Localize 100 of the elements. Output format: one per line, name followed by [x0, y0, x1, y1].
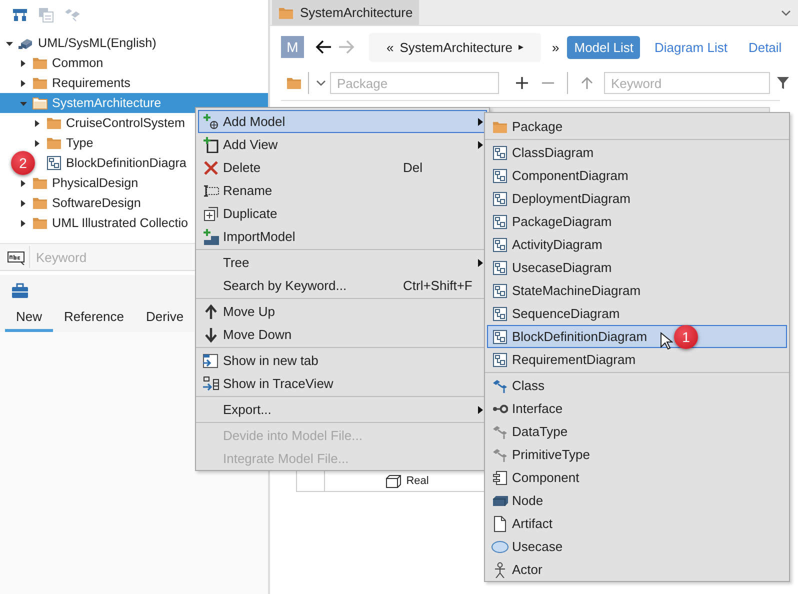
- folder-icon: [286, 75, 302, 91]
- menu-item[interactable]: StateMachineDiagram: [487, 279, 787, 302]
- mouse-cursor-icon: [660, 332, 673, 351]
- toolbox-icon: [11, 282, 29, 298]
- menu-item[interactable]: Artifact: [487, 512, 787, 535]
- menu-item[interactable]: Component: [487, 466, 787, 489]
- menu-item[interactable]: Tree: [198, 251, 487, 274]
- menu-item[interactable]: Usecase: [487, 535, 787, 558]
- diagram-icon: [492, 328, 508, 344]
- navigator-row[interactable]: 2 BlockDefinitionDiagra: [0, 153, 186, 173]
- submenu-arrow-icon: [478, 259, 483, 267]
- navigator-row[interactable]: Common: [0, 53, 104, 73]
- menu-item[interactable]: Add Model: [198, 110, 487, 133]
- duplicate-icon: [202, 206, 218, 222]
- menu-item[interactable]: Export...: [198, 398, 487, 421]
- block-diagram-icon: [46, 155, 62, 171]
- diagram-icon: [492, 190, 508, 206]
- new-tab-icon: [202, 352, 219, 368]
- menu-item[interactable]: RequirementDiagram: [487, 348, 787, 371]
- menu-item[interactable]: Delete Del: [198, 156, 487, 179]
- import-icon: [202, 228, 218, 244]
- menu-item[interactable]: Add View: [198, 133, 487, 156]
- breadcrumb[interactable]: « SystemArchitecture ▸: [369, 32, 541, 62]
- document-tab[interactable]: SystemArchitecture: [272, 0, 419, 25]
- menu-item[interactable]: DeploymentDiagram: [487, 187, 787, 210]
- view-tab[interactable]: Diagram List: [647, 36, 734, 58]
- submenu-arrow-icon: [478, 406, 483, 414]
- rename-icon: [202, 182, 218, 198]
- toolbox-tab[interactable]: Reference: [53, 305, 135, 332]
- menu-item[interactable]: Show in new tab: [198, 349, 487, 372]
- keyword-field[interactable]: Keyword: [604, 72, 770, 94]
- submenu-arrow-icon: [478, 141, 483, 149]
- text-field-icon: [7, 249, 25, 265]
- plus-gear-icon: [202, 114, 218, 130]
- view-tab[interactable]: Detail: [741, 36, 789, 58]
- menu-item[interactable]: Show in TraceView: [198, 372, 487, 395]
- class-icon: [64, 7, 80, 23]
- folder-icon: [32, 75, 48, 91]
- up-arrow-icon: [580, 76, 594, 90]
- menu-item[interactable]: Actor: [487, 558, 787, 581]
- expand-arrow-icon: [19, 58, 28, 68]
- more-button[interactable]: »: [552, 40, 560, 54]
- expand-arrow-icon: [19, 218, 28, 228]
- menu-item[interactable]: ImportModel: [198, 225, 487, 248]
- navigator-row[interactable]: Type: [0, 133, 94, 153]
- expand-arrow-icon: [19, 178, 28, 188]
- navigator-row[interactable]: UML Illustrated Collectio: [0, 213, 188, 233]
- expand-arrow-icon: [19, 198, 28, 208]
- menu-item[interactable]: Interface: [487, 397, 787, 420]
- menu-item[interactable]: Search by Keyword... Ctrl+Shift+F: [198, 274, 487, 297]
- back-arrow-icon: [314, 38, 332, 56]
- folder-icon: [32, 175, 48, 191]
- diagram-icon: [492, 306, 508, 322]
- up-arrow-icon: [202, 304, 218, 320]
- keyword-field[interactable]: Keyword: [30, 245, 188, 269]
- menu-item[interactable]: UsecaseDiagram: [487, 256, 787, 279]
- tree-view-icon: [12, 7, 28, 23]
- folder-icon: [32, 195, 48, 211]
- class-icon: [492, 424, 508, 440]
- diagram-icon: [492, 260, 508, 276]
- step-badge: 1: [674, 325, 698, 349]
- expand-arrow-icon: [19, 78, 28, 88]
- package-field[interactable]: Package: [330, 72, 499, 94]
- menu-item[interactable]: Package: [487, 115, 787, 138]
- navigator-row[interactable]: CruiseControlSystem: [0, 113, 185, 133]
- menu-item[interactable]: PackageDiagram: [487, 210, 787, 233]
- component-icon: [492, 470, 508, 486]
- menu-item[interactable]: Rename: [198, 179, 487, 202]
- menu-item[interactable]: Move Up: [198, 300, 487, 323]
- document-icon: [492, 516, 508, 532]
- menu-item[interactable]: Duplicate: [198, 202, 487, 225]
- plus-icon: [515, 76, 529, 90]
- diagram-icon: [492, 168, 508, 184]
- menu-item[interactable]: BlockDefinitionDiagram 1: [487, 325, 787, 348]
- menu-item[interactable]: SequenceDiagram: [487, 302, 787, 325]
- tab-title: SystemArchitecture: [300, 5, 413, 20]
- menu-item[interactable]: Move Down: [198, 323, 487, 346]
- navigator-row[interactable]: UML/SysML(English): [0, 33, 156, 53]
- navigator-row[interactable]: PhysicalDesign: [0, 173, 138, 193]
- diagram-icon: [492, 236, 508, 252]
- menu-item[interactable]: DataType: [487, 420, 787, 443]
- diagram-icon: [492, 282, 508, 298]
- view-tab[interactable]: Model List: [567, 36, 640, 58]
- menu-item[interactable]: PrimitiveType: [487, 443, 787, 466]
- menu-item[interactable]: ClassDiagram: [487, 141, 787, 164]
- forward-arrow-icon: [338, 38, 356, 56]
- menu-item[interactable]: ActivityDiagram: [487, 233, 787, 256]
- menu-item[interactable]: ComponentDiagram: [487, 164, 787, 187]
- delete-icon: [202, 160, 218, 176]
- menu-item[interactable]: Class: [487, 374, 787, 397]
- filter-icon: [777, 76, 789, 90]
- class-icon: [492, 378, 508, 394]
- folder-icon: [32, 95, 48, 111]
- navigator-row[interactable]: SoftwareDesign: [0, 193, 141, 213]
- navigator-row[interactable]: Requirements: [0, 73, 130, 93]
- window-icon: [38, 7, 54, 23]
- folder-icon: [46, 115, 62, 131]
- folder-icon: [32, 55, 48, 71]
- toolbox-tab[interactable]: Derive: [135, 305, 195, 332]
- menu-item[interactable]: Node: [487, 489, 787, 512]
